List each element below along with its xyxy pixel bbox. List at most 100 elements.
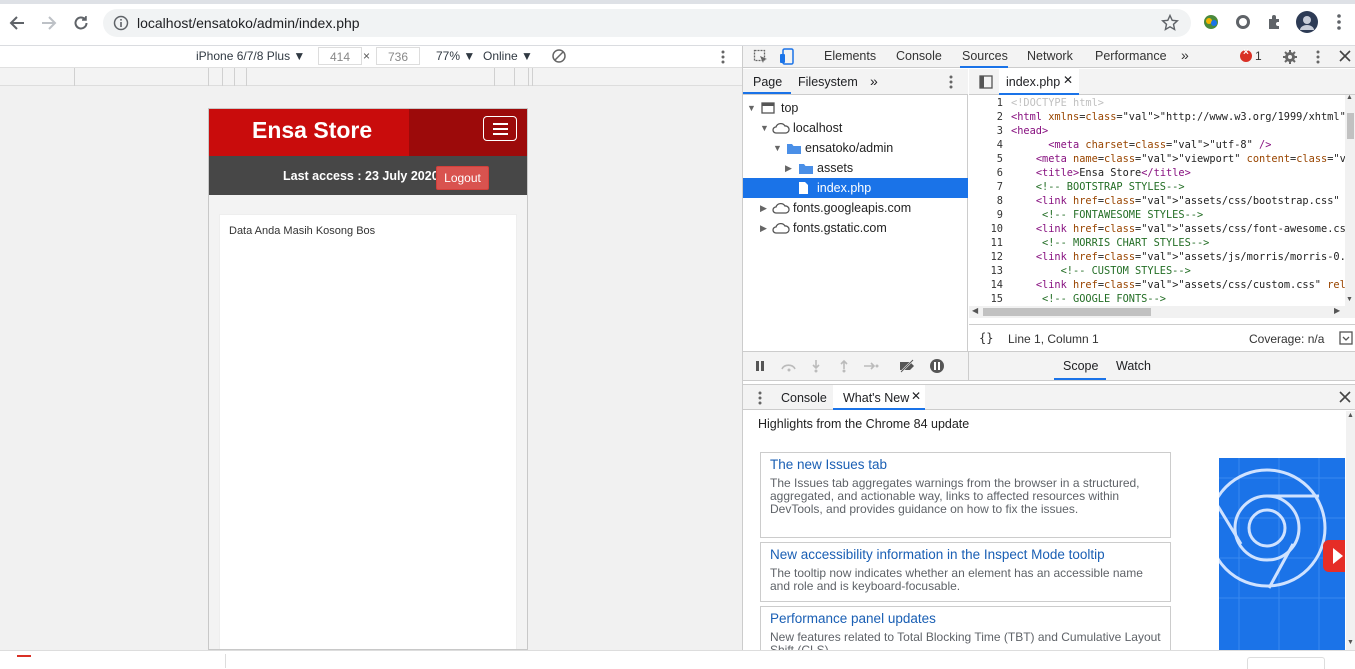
feature-title[interactable]: The new Issues tab xyxy=(770,457,887,472)
tab-performance[interactable]: Performance xyxy=(1095,49,1167,63)
horizontal-scrollbar[interactable]: ◀ ▶ xyxy=(969,306,1355,318)
throttle-select[interactable]: Online ▼ xyxy=(483,49,533,63)
tab-filesystem[interactable]: Filesystem xyxy=(798,75,858,89)
line-number[interactable]: 8 xyxy=(969,195,1003,207)
vertical-scrollbar[interactable]: ▲ ▼ xyxy=(1345,94,1355,306)
forward-button[interactable] xyxy=(37,11,61,35)
show-all-button[interactable] xyxy=(1247,657,1325,669)
settings-gear-icon[interactable] xyxy=(1282,49,1298,65)
feature-card-issues[interactable]: The new Issues tab The Issues tab aggreg… xyxy=(760,452,1171,538)
code-line[interactable]: 7 <!-- BOOTSTRAP STYLES--> xyxy=(969,181,1345,195)
code-line[interactable]: 2 <html xmlns=class="val">"http://www.w3.… xyxy=(969,111,1345,125)
close-drawer-icon[interactable] xyxy=(1339,391,1351,403)
pause-icon[interactable] xyxy=(754,360,766,372)
code-line[interactable]: 4 <meta charset=class="val">"utf-8" /> xyxy=(969,139,1345,153)
line-number[interactable]: 11 xyxy=(969,237,1003,249)
tab-elements[interactable]: Elements xyxy=(824,49,876,63)
line-number[interactable]: 9 xyxy=(969,209,1003,221)
info-icon[interactable] xyxy=(113,15,129,31)
bookmark-star-icon[interactable] xyxy=(1161,14,1179,32)
reload-button[interactable] xyxy=(69,11,93,35)
tab-console[interactable]: Console xyxy=(896,49,942,63)
navigator-menu-icon[interactable] xyxy=(948,74,954,90)
code-line[interactable]: 15 <!-- GOOGLE FONTS--> xyxy=(969,293,1345,306)
line-number[interactable]: 5 xyxy=(969,153,1003,165)
code-line[interactable]: 12 <link href=class="val">"assets/js/mor… xyxy=(969,251,1345,265)
tree-item-fonts-gstatic[interactable]: ▶ fonts.gstatic.com xyxy=(743,218,968,238)
step-over-icon[interactable] xyxy=(780,360,798,372)
code-line[interactable]: 13 <!-- CUSTOM STYLES--> xyxy=(969,265,1345,279)
step-into-icon[interactable] xyxy=(810,359,822,373)
line-number[interactable]: 10 xyxy=(969,223,1003,235)
line-number[interactable]: 2 xyxy=(969,111,1003,123)
more-tabs-button[interactable]: » xyxy=(1181,47,1189,63)
line-number[interactable]: 6 xyxy=(969,167,1003,179)
tab-sources[interactable]: Sources xyxy=(962,49,1008,63)
rotate-icon[interactable] xyxy=(551,48,567,64)
zoom-select[interactable]: 77% ▼ xyxy=(436,49,475,63)
profile-avatar[interactable] xyxy=(1296,11,1318,33)
toggle-navigator-icon[interactable] xyxy=(979,75,993,89)
chrome-update-video-thumbnail[interactable] xyxy=(1219,458,1345,650)
drawer-tab-console[interactable]: Console xyxy=(781,391,827,405)
brand-title[interactable]: Ensa Store xyxy=(252,117,372,144)
tab-watch[interactable]: Watch xyxy=(1116,359,1151,373)
line-number[interactable]: 1 xyxy=(969,97,1003,109)
error-count[interactable]: 1 xyxy=(1255,49,1262,63)
tree-item-ensatoko-admin[interactable]: ▼ ensatoko/admin xyxy=(743,138,968,158)
feature-title[interactable]: New accessibility information in the Ins… xyxy=(770,547,1105,562)
pause-on-exceptions-icon[interactable] xyxy=(929,358,945,374)
code-line[interactable]: 14 <link href=class="val">"assets/css/cu… xyxy=(969,279,1345,293)
tree-item-index-php[interactable]: index.php xyxy=(743,178,968,198)
close-tab-icon[interactable]: ✕ xyxy=(1063,73,1073,87)
device-toggle-icon[interactable] xyxy=(779,48,795,66)
line-number[interactable]: 15 xyxy=(969,293,1003,305)
drawer-menu-icon[interactable] xyxy=(757,390,763,406)
tree-item-localhost[interactable]: ▼ localhost xyxy=(743,118,968,138)
extension-circle-icon[interactable] xyxy=(1232,11,1254,33)
back-button[interactable] xyxy=(5,11,29,35)
code-line[interactable]: 10 <link href=class="val">"assets/css/fo… xyxy=(969,223,1345,237)
feature-card-accessibility[interactable]: New accessibility information in the Ins… xyxy=(760,542,1171,602)
step-out-icon[interactable] xyxy=(838,359,850,373)
devtools-menu-icon[interactable] xyxy=(1315,49,1321,65)
extensions-puzzle-icon[interactable] xyxy=(1264,11,1286,33)
media-query-ruler[interactable] xyxy=(0,68,742,86)
code-line[interactable]: 1 <!DOCTYPE html> xyxy=(969,97,1345,111)
inspect-element-icon[interactable] xyxy=(753,49,769,65)
tab-network[interactable]: Network xyxy=(1027,49,1073,63)
code-view[interactable]: 1 <!DOCTYPE html> 2 <html xmlns=class="val"… xyxy=(969,95,1345,306)
line-number[interactable]: 4 xyxy=(969,139,1003,151)
feature-card-performance[interactable]: Performance panel updates New features r… xyxy=(760,606,1171,650)
device-select[interactable]: iPhone 6/7/8 Plus ▼ xyxy=(196,49,305,63)
extension-colorful-icon[interactable] xyxy=(1200,11,1222,33)
line-number[interactable]: 13 xyxy=(969,265,1003,277)
chrome-menu-icon[interactable] xyxy=(1328,11,1350,33)
address-bar[interactable]: localhost/ensatoko/admin/index.php xyxy=(103,9,1191,37)
line-number[interactable]: 3 xyxy=(969,125,1003,137)
tree-item-assets[interactable]: ▶ assets xyxy=(743,158,968,178)
height-input[interactable]: 736 xyxy=(376,47,420,65)
close-devtools-icon[interactable] xyxy=(1339,50,1351,62)
whats-new-scrollbar[interactable]: ▲ ▼ xyxy=(1346,411,1355,650)
close-whats-new-icon[interactable]: ✕ xyxy=(911,389,921,403)
line-number[interactable]: 14 xyxy=(969,279,1003,291)
code-line[interactable]: 9 <!-- FONTAWESOME STYLES--> xyxy=(969,209,1345,223)
code-line[interactable]: 3 <head> xyxy=(969,125,1345,139)
code-line[interactable]: 8 <link href=class="val">"assets/css/boo… xyxy=(969,195,1345,209)
logout-button[interactable]: Logout xyxy=(436,166,489,190)
code-line[interactable]: 11 <!-- MORRIS CHART STYLES--> xyxy=(969,237,1345,251)
tree-item-fonts-googleapis[interactable]: ▶ fonts.googleapis.com xyxy=(743,198,968,218)
url-text[interactable]: localhost/ensatoko/admin/index.php xyxy=(137,15,360,31)
width-input[interactable]: 414 xyxy=(318,47,362,65)
line-number[interactable]: 7 xyxy=(969,181,1003,193)
device-menu-icon[interactable] xyxy=(720,49,726,65)
toggle-debugger-icon[interactable] xyxy=(1339,331,1353,345)
tree-item-top[interactable]: ▼ top xyxy=(743,98,968,118)
step-icon[interactable] xyxy=(863,360,879,372)
more-navigator-tabs[interactable]: » xyxy=(870,73,878,89)
line-number[interactable]: 12 xyxy=(969,251,1003,263)
feature-title[interactable]: Performance panel updates xyxy=(770,611,936,626)
tab-page[interactable]: Page xyxy=(753,75,782,89)
code-line[interactable]: 5 <meta name=class="val">"viewport" cont… xyxy=(969,153,1345,167)
